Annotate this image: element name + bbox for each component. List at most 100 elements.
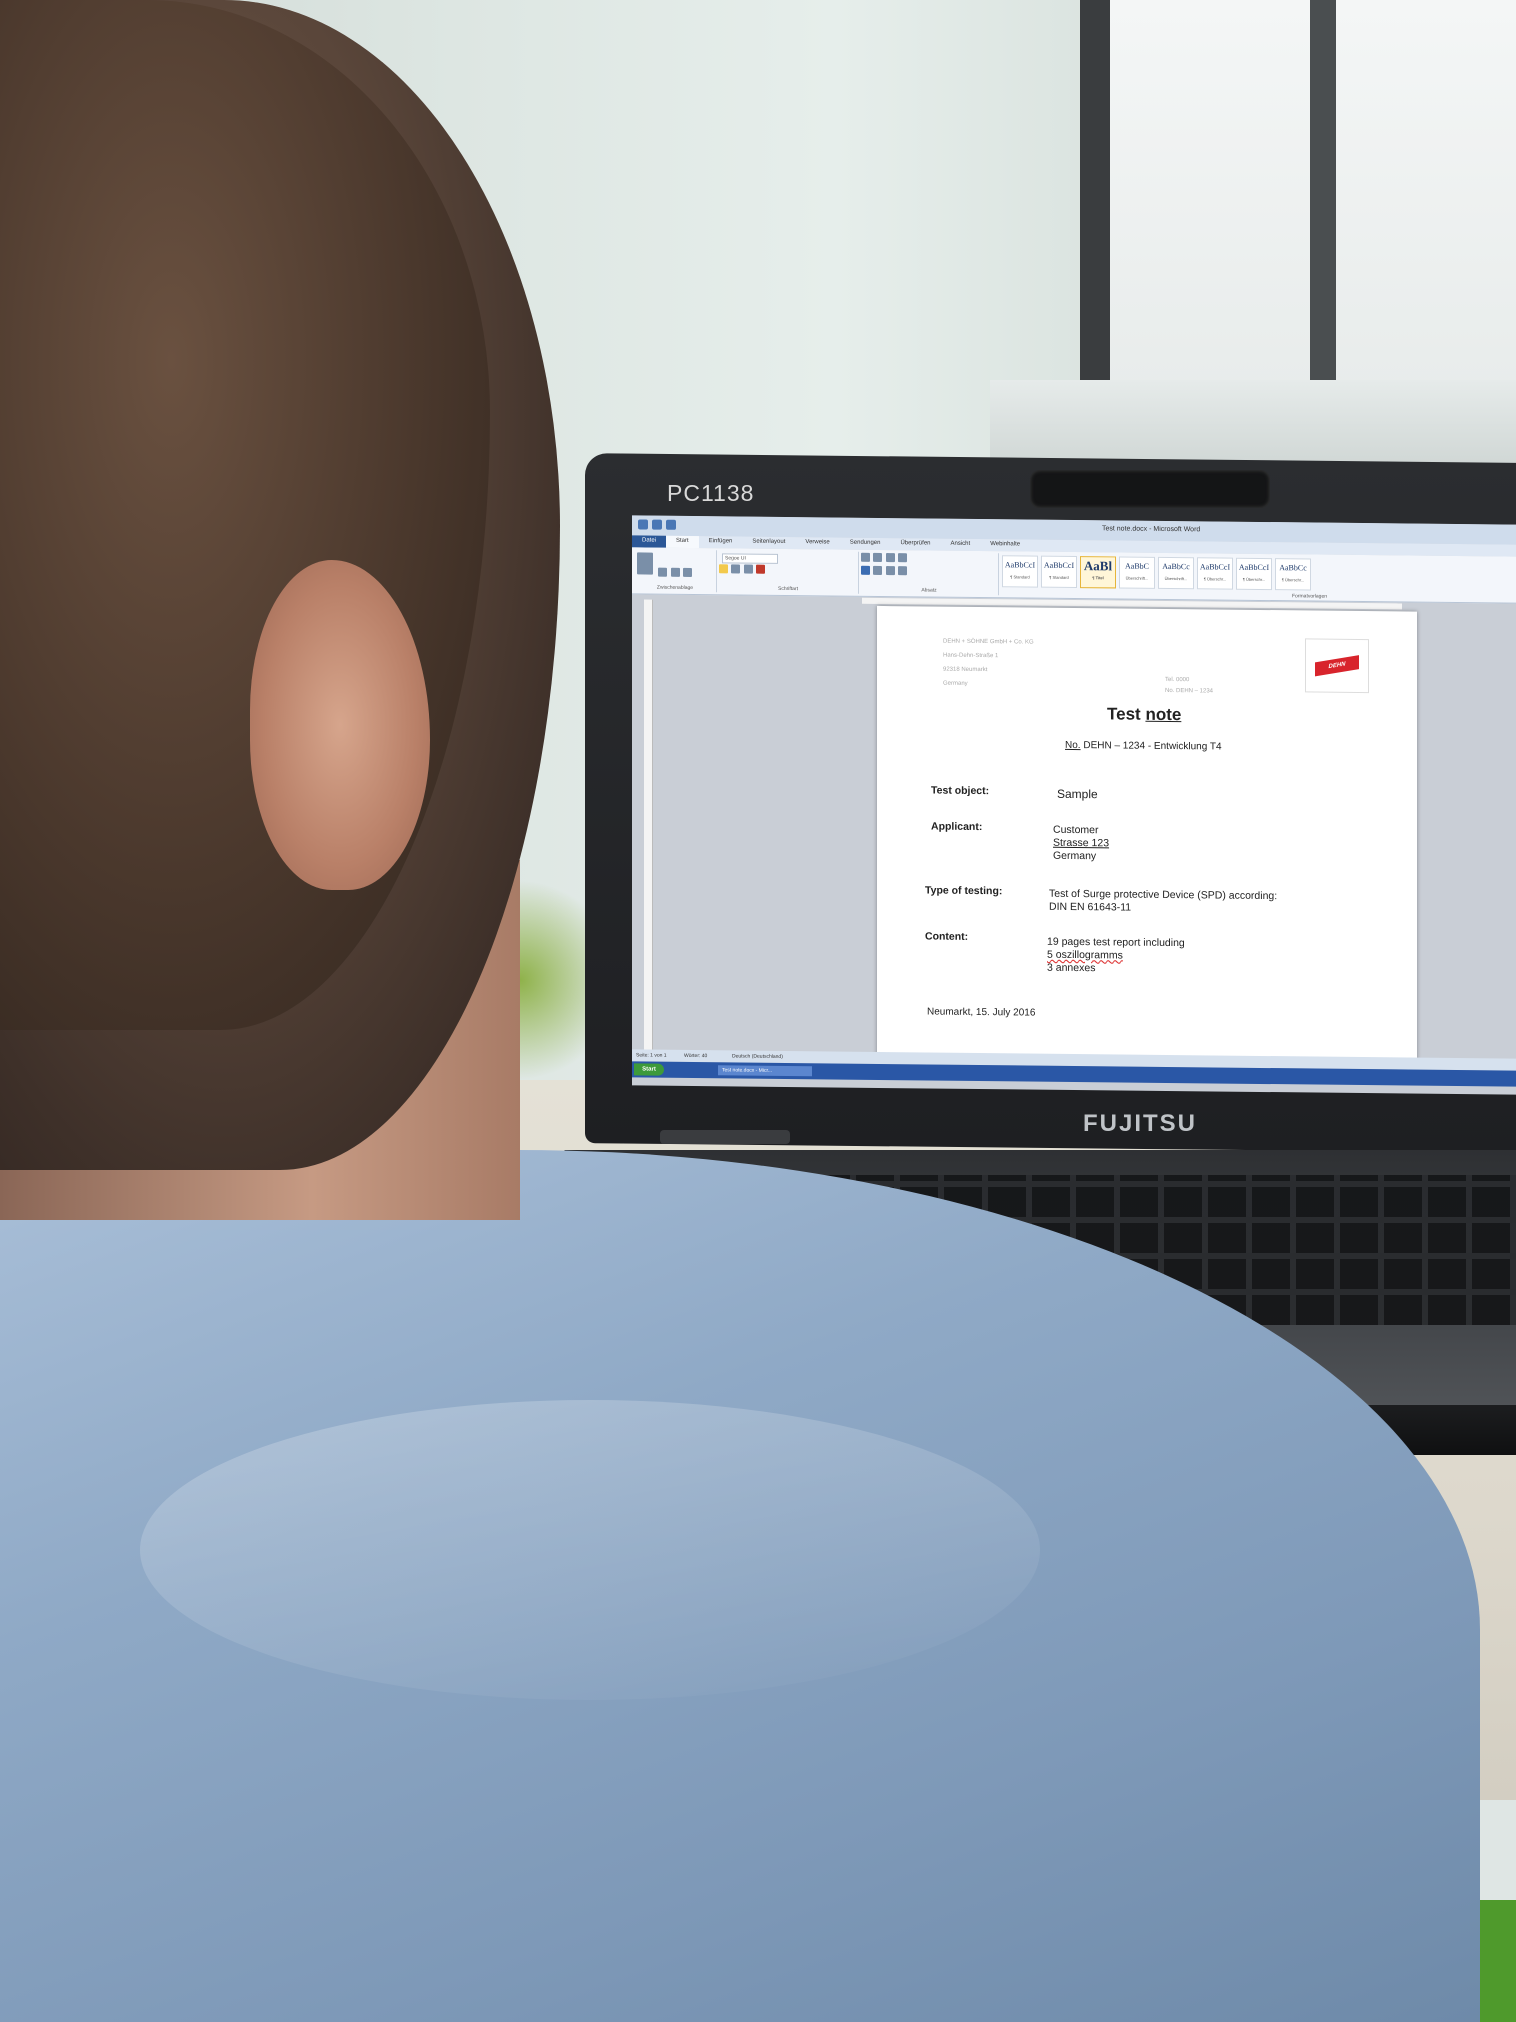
tab-mailings[interactable]: Sendungen [840,538,891,551]
pilcrow-icon[interactable] [898,553,908,563]
field-line: Customer [1053,823,1099,837]
vertical-ruler[interactable] [644,599,653,1050]
field-label: Type of testing: [925,884,1003,898]
page-count[interactable]: Seite: 1 von 1 [636,1052,667,1058]
italic-icon[interactable] [731,564,741,574]
test-object-value: Sample [1057,786,1098,802]
sender-line: Hans-Dehn-Straße 1 [943,652,999,660]
applicant-label: Applicant: [931,821,982,835]
font-name-select[interactable]: Segoe UI [722,553,778,564]
style-sample: AaBbCcI [1199,562,1231,572]
style-name: Überschrift... [1164,575,1188,582]
copy-icon[interactable] [670,567,680,577]
style-sample: AaBbCcI [1043,560,1075,571]
laptop-brand-logo: FUJITSU [1083,1110,1198,1137]
undo-icon[interactable] [652,519,662,530]
field-label: Applicant: [931,820,983,834]
numbering-icon[interactable] [873,552,883,562]
start-button[interactable]: Start [634,1063,664,1076]
number-text: DEHN – 1234 - Entwicklung T4 [1083,740,1222,753]
field-label: Test object: [931,784,990,798]
format-painter-icon[interactable] [683,567,693,578]
indent-icon[interactable] [885,553,895,563]
reference-line: Tel. 0000 [1165,676,1190,684]
tab-page-layout[interactable]: Seitenlayout [742,537,795,550]
word-count[interactable]: Wörter: 40 [684,1053,707,1059]
tab-review[interactable]: Überprüfen [890,538,940,551]
sender-line: Germany [943,680,968,687]
paragraph-group: Absatz [860,551,999,596]
font-color-icon[interactable] [756,564,766,574]
logo-mark: DEHN [1315,655,1359,677]
align-left-icon[interactable] [861,565,870,575]
style-sample: AaBbCcI [1238,562,1270,573]
clipboard-group: Zwischenablage [634,549,717,593]
reference-line: No. DEHN – 1234 [1165,687,1214,695]
styles-gallery: AaBbCcI ¶ Standard AaBbCcI ¶ Standard AaBl… [1002,555,1311,591]
place-and-date: Neumarkt, 15. July 2016 [927,1006,1036,1019]
style-heading-2[interactable]: AaBbCc Überschrift... [1158,556,1194,590]
field-label: Content: [925,930,969,943]
group-label: Schriftart [777,585,798,593]
style-sample: AaBbCc [1162,561,1190,572]
reference-block: Tel. 0000 No. DEHN – 1234 [1165,675,1213,698]
bullets-icon[interactable] [861,552,870,562]
style-name: ¶ Überschr... [1242,576,1266,583]
underline-icon[interactable] [743,564,753,574]
language-indicator[interactable]: Deutsch (Deutschland) [732,1053,783,1060]
shirt-fold [140,1400,1040,1700]
style-name: ¶ Überschr... [1203,576,1227,582]
window-title: Test note.docx - Microsoft Word [1102,525,1201,534]
testing-type-label: Type of testing: [925,884,1002,898]
justify-icon[interactable] [898,566,908,576]
hinge-left [660,1130,790,1144]
style-standard[interactable]: AaBbCcI ¶ Standard [1002,555,1038,588]
tab-view[interactable]: Ansicht [941,539,981,551]
tab-home[interactable]: Start [666,535,699,549]
sender-line: 92318 Neumarkt [943,666,988,674]
cut-icon[interactable] [658,567,668,577]
tab-web[interactable]: Webinhalte [980,539,1030,552]
document-number: No. DEHN – 1234 - Entwicklung T4 [1065,740,1222,753]
field-line: Strasse 123 [1053,836,1110,850]
group-label: Formatvorlagen [1292,593,1328,600]
applicant-value: Customer Strasse 123 Germany [1053,824,1109,864]
style-heading-1[interactable]: AaBbC Überschrift... [1119,556,1155,589]
group-label: Zwischenablage [656,584,694,592]
testing-type-value: Test of Surge protective Device (SPD) ac… [1049,888,1277,916]
window-sill [990,380,1516,470]
tab-file[interactable]: Datei [632,535,667,548]
font-group: Segoe UI Schriftart [718,550,859,594]
group-label: Absatz [921,587,937,594]
title-word: Test [1107,704,1141,724]
webcam-icon [1030,470,1270,508]
asset-tag-label: PC1138 [667,480,755,506]
tab-insert[interactable]: Einfügen [699,536,743,548]
style-sample: AaBbCcI [1004,560,1036,570]
style-name: ¶ Standard [1010,574,1030,580]
field-line: Sample [1057,786,1098,802]
test-object-label: Test object: [931,785,989,799]
bold-icon[interactable] [719,564,728,574]
align-center-icon[interactable] [873,565,883,575]
style-name: ¶ Standard [1049,574,1069,580]
content-value: 19 pages test report including 5 oszillo… [1047,936,1185,976]
style-name: ¶ Titel [1092,575,1104,581]
tab-references[interactable]: Verweise [795,537,839,549]
taskbar-item-word[interactable]: Test note.docx - Micr... [718,1065,812,1077]
document-page[interactable]: DEHN + SÖHNE GmbH + Co. KG Hans-Dehn-Str… [877,605,1417,1062]
align-right-icon[interactable] [885,566,895,576]
window-mullion [1310,0,1336,390]
style-sample: AaBbC [1125,561,1149,571]
redo-icon[interactable] [666,519,676,530]
style-title[interactable]: AaBl ¶ Titel [1080,556,1116,589]
style-heading-4[interactable]: AaBbCcI ¶ Überschr... [1236,557,1272,591]
paste-icon[interactable] [637,552,653,575]
style-no-spacing[interactable]: AaBbCcI ¶ Standard [1041,555,1077,589]
document-title: Test note [1107,704,1181,725]
style-heading-5[interactable]: AaBbCc ¶ Überschr... [1275,558,1311,591]
save-icon[interactable] [638,519,648,530]
office-photo: PC1138 Test note.docx - Microsoft Word D… [0,0,1516,2022]
style-name: ¶ Überschr... [1281,577,1305,583]
style-heading-3[interactable]: AaBbCcI ¶ Überschr... [1197,557,1233,590]
